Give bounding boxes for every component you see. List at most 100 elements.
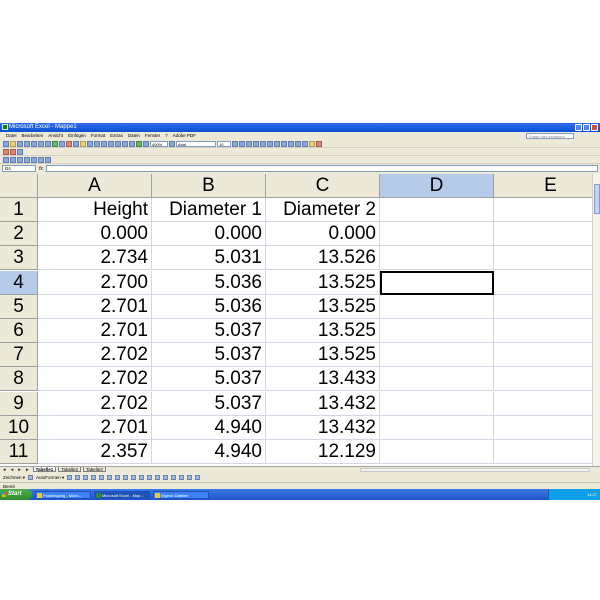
- cell-b4[interactable]: 5.036: [152, 270, 266, 295]
- vertical-scroll-thumb[interactable]: [594, 184, 600, 214]
- comment-icon[interactable]: [17, 156, 23, 163]
- select-all-corner[interactable]: [0, 174, 38, 198]
- pdf-review-icon[interactable]: [17, 148, 23, 155]
- menu-item-fenster[interactable]: Fenster: [145, 132, 160, 140]
- menu-item-einfuegen[interactable]: Einfügen: [68, 132, 86, 140]
- row-header-10[interactable]: 10: [0, 415, 38, 440]
- research-icon[interactable]: [59, 140, 65, 147]
- fill-color-icon[interactable]: [309, 140, 315, 147]
- help-search-input[interactable]: Frage hier eingeben: [526, 133, 574, 139]
- cell-e6[interactable]: [494, 319, 592, 343]
- sheet-tab-tabelle2[interactable]: Tabelle2: [58, 467, 82, 472]
- taskbar-item-outlook[interactable]: Posteingang - Micro...: [35, 490, 91, 499]
- thousands-icon[interactable]: [295, 140, 301, 147]
- formula-input[interactable]: [45, 165, 598, 172]
- cell-d6[interactable]: [380, 319, 494, 343]
- cell-d5[interactable]: [380, 294, 494, 319]
- cell-c9[interactable]: 13.432: [266, 391, 380, 416]
- cell-a8[interactable]: 2.702: [38, 367, 152, 392]
- line-style-icon[interactable]: [163, 475, 169, 480]
- cell-a4[interactable]: 2.700: [38, 270, 152, 295]
- cell-b10[interactable]: 4.940: [152, 415, 266, 440]
- underline-icon[interactable]: [246, 140, 252, 147]
- cell-b11[interactable]: 4.940: [152, 440, 266, 464]
- cell-d11[interactable]: [380, 440, 494, 464]
- oval-icon[interactable]: [91, 475, 97, 480]
- row-header-8[interactable]: 8: [0, 367, 38, 392]
- 3d-icon[interactable]: [195, 475, 201, 480]
- cell-c6[interactable]: 13.525: [266, 319, 380, 343]
- cell-d4[interactable]: [380, 270, 494, 295]
- arrow-style-icon[interactable]: [179, 475, 185, 480]
- row-header-1[interactable]: 1: [0, 198, 38, 222]
- cell-c10[interactable]: 13.432: [266, 415, 380, 440]
- bold-icon[interactable]: [232, 140, 238, 147]
- wordart-icon[interactable]: [107, 475, 113, 480]
- cell-e8[interactable]: [494, 367, 592, 392]
- permission-icon[interactable]: [24, 140, 30, 147]
- align-right-icon[interactable]: [267, 140, 273, 147]
- close-button[interactable]: [591, 124, 598, 131]
- sort-ascending-icon[interactable]: [122, 140, 128, 147]
- cell-c5[interactable]: 13.525: [266, 294, 380, 319]
- sheet-nav-arrows[interactable]: ◄ ◄ ► ►: [2, 467, 31, 472]
- column-header-a[interactable]: A: [38, 174, 152, 198]
- cell-b9[interactable]: 5.037: [152, 391, 266, 416]
- cell-d8[interactable]: [380, 367, 494, 392]
- align-left-icon[interactable]: [253, 140, 259, 147]
- next-comment-icon[interactable]: [24, 156, 30, 163]
- email-icon[interactable]: [31, 140, 37, 147]
- help-icon[interactable]: [169, 140, 175, 147]
- line-icon[interactable]: [67, 475, 73, 480]
- track-changes-icon[interactable]: [45, 156, 51, 163]
- cell-e11[interactable]: [494, 440, 592, 464]
- font-name-select[interactable]: Arial: [176, 140, 216, 147]
- taskbar-item-excel[interactable]: Microsoft Excel - Map...: [94, 490, 150, 499]
- column-header-b[interactable]: B: [152, 174, 266, 198]
- row-header-11[interactable]: 11: [0, 440, 38, 464]
- cell-c4[interactable]: 13.525: [266, 270, 380, 295]
- row-header-4[interactable]: 4: [0, 270, 38, 295]
- cell-d2[interactable]: [380, 222, 494, 247]
- font-color-icon[interactable]: [316, 140, 322, 147]
- cell-b5[interactable]: 5.036: [152, 294, 266, 319]
- sort-descending-icon[interactable]: [129, 140, 135, 147]
- cell-a10[interactable]: 2.701: [38, 415, 152, 440]
- column-header-d[interactable]: D: [380, 174, 494, 198]
- cell-e1[interactable]: [494, 198, 592, 222]
- autosum-icon[interactable]: [115, 140, 121, 147]
- cell-a9[interactable]: 2.702: [38, 391, 152, 416]
- name-box[interactable]: D4: [2, 165, 36, 172]
- fill-color-draw-icon[interactable]: [139, 475, 145, 480]
- fx-icon[interactable]: fx: [39, 166, 43, 172]
- line-color-icon[interactable]: [147, 475, 153, 480]
- menu-item-datei[interactable]: Datei: [6, 132, 17, 140]
- cell-e3[interactable]: [494, 246, 592, 271]
- zoom-select[interactable]: 400%: [150, 140, 168, 147]
- minimize-button[interactable]: [575, 124, 582, 131]
- cell-e10[interactable]: [494, 416, 592, 440]
- horizontal-scrollbar[interactable]: [360, 468, 590, 472]
- menu-item-format[interactable]: Format: [91, 132, 105, 140]
- adobe-pdf-icon[interactable]: [3, 148, 9, 155]
- copy-icon[interactable]: [73, 140, 79, 147]
- maximize-button[interactable]: [583, 124, 590, 131]
- picture-icon[interactable]: [131, 475, 137, 480]
- vertical-scrollbar[interactable]: [592, 174, 600, 466]
- cell-a3[interactable]: 2.734: [38, 246, 152, 271]
- cell-b1[interactable]: Diameter 1: [152, 198, 266, 222]
- new-file-icon[interactable]: [3, 140, 9, 147]
- italic-icon[interactable]: [239, 140, 245, 147]
- diagram-icon[interactable]: [115, 475, 121, 480]
- forward-icon[interactable]: [10, 156, 16, 163]
- shadow-icon[interactable]: [187, 475, 193, 480]
- cell-b8[interactable]: 5.037: [152, 367, 266, 392]
- cell-d3[interactable]: [380, 246, 494, 271]
- cell-c1[interactable]: Diameter 2: [266, 198, 380, 222]
- cell-e2[interactable]: [494, 222, 592, 247]
- cell-b2[interactable]: 0.000: [152, 222, 266, 247]
- cell-d10[interactable]: [380, 415, 494, 440]
- spelling-icon[interactable]: [52, 140, 58, 147]
- cell-d9[interactable]: [380, 391, 494, 416]
- back-icon[interactable]: [3, 156, 9, 163]
